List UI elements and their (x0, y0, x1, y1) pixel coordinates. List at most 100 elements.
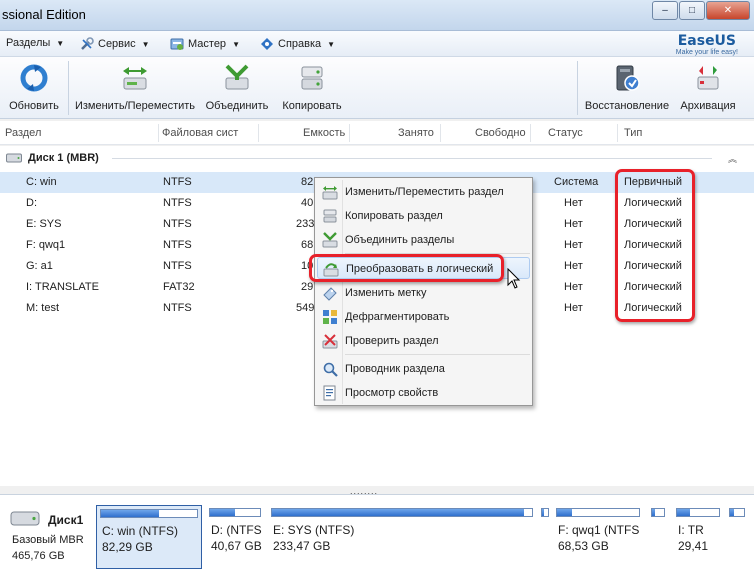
column-divider[interactable] (530, 124, 531, 142)
maximize-button[interactable]: □ (679, 1, 705, 20)
cell-filesystem: NTFS (163, 218, 192, 230)
cell-partition: F: qwq1 (26, 239, 66, 251)
close-button[interactable]: ✕ (706, 1, 750, 20)
column-divider[interactable] (617, 124, 618, 142)
hard-disk-icon (10, 511, 40, 526)
collapse-icon[interactable]: ︽ (728, 152, 737, 165)
disk-map-partition[interactable] (648, 505, 668, 569)
cell-status: Нет (564, 260, 583, 272)
partition-label: D: (NTFS (211, 523, 262, 537)
column-divider[interactable] (349, 124, 350, 142)
disk-map-partition[interactable] (538, 505, 552, 569)
column-free[interactable]: Свободно (475, 127, 526, 139)
help-icon (261, 38, 273, 50)
usage-fill (652, 509, 655, 516)
disk-group-divider (112, 158, 712, 159)
tools-icon (81, 37, 94, 50)
menu-item-partition-explorer[interactable]: Проводник раздела (317, 358, 530, 380)
copy-label: Копировать (282, 100, 342, 112)
usage-bar (209, 508, 261, 517)
cell-filesystem: NTFS (163, 197, 192, 209)
cell-partition: E: SYS (26, 218, 62, 230)
backup-icon (697, 66, 719, 90)
usage-fill (557, 509, 572, 516)
copy-button[interactable]: Копировать (279, 63, 345, 112)
merge-button[interactable]: Объединить (203, 63, 271, 112)
disk-map-partition[interactable]: F: qwq1 (NTFS 68,53 GB (553, 505, 643, 569)
menu-item-copy-partition[interactable]: Копировать раздел (317, 205, 530, 227)
window-title: ssional Edition (2, 7, 86, 22)
column-capacity[interactable]: Емкость (303, 127, 345, 139)
cell-filesystem: NTFS (163, 302, 192, 314)
usage-fill (730, 509, 735, 516)
resize-move-icon (322, 186, 338, 200)
context-menu: Изменить/Переместить раздел Копировать р… (314, 177, 533, 406)
menu-tools-label: Сервис (98, 38, 136, 50)
menu-item-defragment[interactable]: Дефрагментировать (317, 306, 530, 328)
menu-help[interactable]: Справка ▼ (260, 37, 335, 51)
partition-label: I: TR (678, 523, 704, 537)
usage-fill (101, 510, 159, 517)
column-divider[interactable] (258, 124, 259, 142)
partition-label: E: SYS (NTFS) (273, 523, 355, 537)
usage-bar (651, 508, 665, 517)
menu-item-change-label[interactable]: Изменить метку (317, 282, 530, 304)
usage-bar (556, 508, 640, 517)
column-partition[interactable]: Раздел (5, 127, 41, 139)
partition-size: 82,29 GB (102, 540, 153, 554)
menu-item-merge[interactable]: Объединить разделы (317, 229, 530, 251)
cell-capacity: 82 (301, 176, 314, 188)
backup-label: Архивация (680, 100, 736, 112)
disk-group-header[interactable]: Диск 1 (MBR) (6, 152, 99, 164)
copy-partition-icon (323, 209, 337, 223)
disk-map-partition[interactable]: C: win (NTFS) 82,29 GB (96, 505, 202, 569)
explorer-icon (323, 362, 338, 377)
column-divider[interactable] (158, 124, 159, 142)
menu-item-check-partition[interactable]: Проверить раздел (317, 330, 530, 352)
usage-fill (677, 509, 690, 516)
chevron-down-icon: ▼ (141, 39, 150, 49)
cell-status: Нет (564, 218, 583, 230)
refresh-button[interactable]: Обновить (6, 63, 62, 112)
menu-item-label: Объединить разделы (345, 234, 455, 246)
toolbar-divider (577, 61, 578, 115)
column-status[interactable]: Статус (548, 127, 583, 139)
disk-map-size: 465,76 GB (12, 550, 65, 562)
chevron-down-icon: ▼ (327, 39, 336, 49)
backup-button[interactable]: Архивация (676, 63, 740, 112)
brand-tagline: Make your life easy! (675, 49, 738, 56)
menu-partitions[interactable]: Разделы ▼ (6, 37, 64, 49)
cell-status: Нет (564, 281, 583, 293)
usage-bar (729, 508, 745, 517)
menu-wizard[interactable]: Мастер ▼ (170, 37, 240, 51)
disk-map-partition[interactable]: I: TR 29,41 (673, 505, 723, 569)
menu-item-label: Изменить метку (345, 287, 427, 299)
disk-map-partition[interactable]: D: (NTFS 40,67 GB (206, 505, 264, 569)
column-type[interactable]: Тип (624, 127, 642, 139)
disk-group-title: Диск 1 (MBR) (28, 152, 99, 164)
column-used[interactable]: Занято (398, 127, 434, 139)
properties-icon (323, 385, 336, 401)
cell-status: Система (554, 176, 599, 188)
usage-bar (676, 508, 720, 517)
menu-item-resize-move[interactable]: Изменить/Переместить раздел (317, 181, 530, 203)
usage-fill (210, 509, 235, 516)
resize-move-button[interactable]: Изменить/Переместить (72, 63, 198, 112)
cell-partition: G: a1 (26, 260, 53, 272)
column-filesystem[interactable]: Файловая сист (162, 127, 238, 139)
usage-bar (541, 508, 549, 517)
disk-map-partition[interactable]: E: SYS (NTFS) 233,47 GB (268, 505, 536, 569)
cell-status: Нет (564, 239, 583, 251)
cell-capacity: 233 (296, 218, 315, 230)
recovery-button[interactable]: Восстановление (583, 63, 671, 112)
minimize-button[interactable]: – (652, 1, 678, 20)
menu-item-properties[interactable]: Просмотр свойств (317, 382, 530, 404)
cell-partition: I: TRANSLATE (26, 281, 99, 293)
chevron-down-icon: ▼ (232, 39, 240, 49)
disk-map-partition[interactable] (726, 505, 748, 569)
disk-map-type: Базовый MBR (12, 534, 84, 546)
menu-item-label: Проводник раздела (345, 363, 445, 375)
column-divider[interactable] (440, 124, 441, 142)
toolbar: Обновить Изменить/Переместить Объединить… (0, 57, 754, 119)
menu-tools[interactable]: Сервис ▼ (80, 37, 150, 51)
